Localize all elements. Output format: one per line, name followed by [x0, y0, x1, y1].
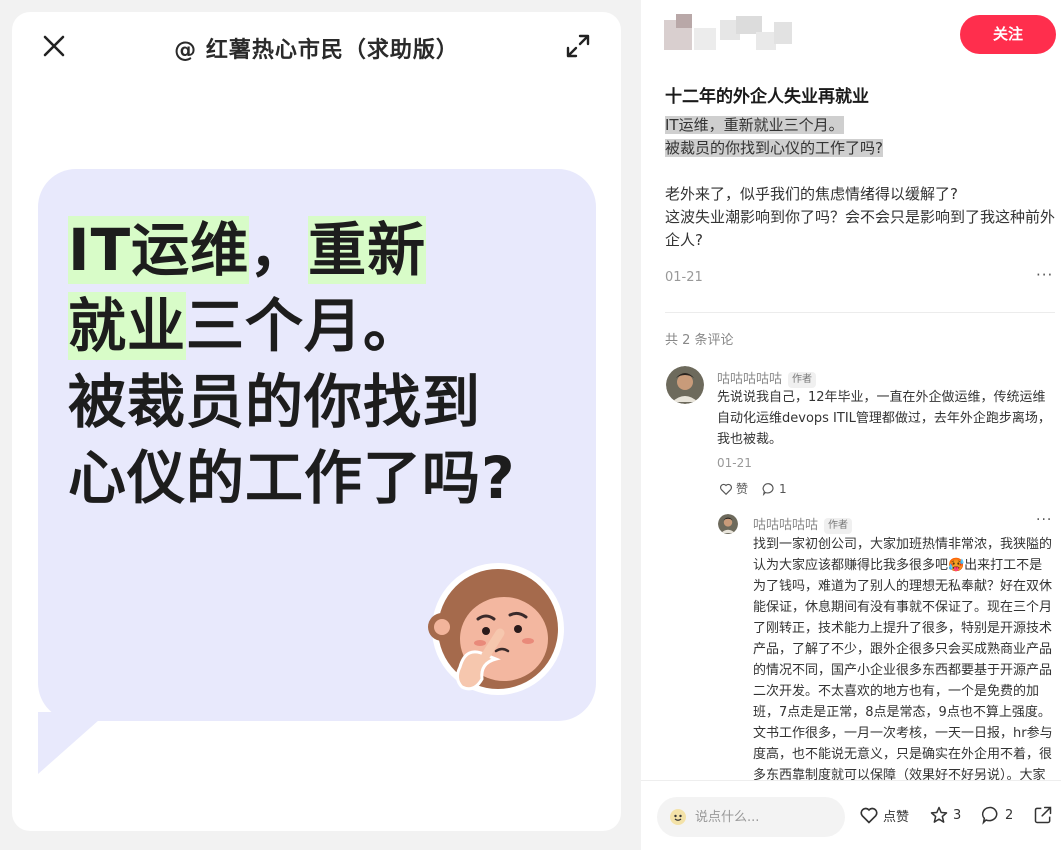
heart-icon — [720, 483, 732, 495]
bottom-action-bar: 点赞 3 2 — [641, 780, 1061, 850]
reply-name[interactable]: 咕咕咕咕咕 作者 — [753, 514, 853, 534]
card-title: @ 红薯热心市民（求助版） — [174, 38, 459, 63]
speech-bubble-tail — [38, 712, 108, 774]
share-button[interactable] — [1033, 805, 1053, 825]
reply-text: 找到一家初创公司，大家加班热情非常浓，我狭隘的认为大家应该都赚得比我多很多吧🥵出… — [753, 537, 1053, 780]
follow-button[interactable]: 关注 — [960, 15, 1056, 54]
emoji-avatar-icon — [670, 809, 686, 825]
author-badge: 作者 — [788, 372, 817, 388]
chat-bubble-icon — [762, 482, 774, 496]
star-icon — [930, 806, 948, 823]
share-icon — [1034, 806, 1052, 824]
headline-highlight: 重新 — [308, 216, 427, 284]
comment-reply-button[interactable]: 1 — [762, 482, 787, 496]
headline-text: IT运维，重新 就业三个月。 被裁员的你找到 心仪的工作了吗? — [68, 216, 516, 512]
thinking-monkey-sticker — [428, 563, 564, 695]
comment-count: 共 2 条评论 — [665, 333, 734, 348]
comment-actions: 赞 1 — [719, 480, 787, 497]
commenter-avatar[interactable] — [666, 366, 704, 404]
post-date: 01-21 — [665, 270, 703, 285]
heart-icon — [860, 807, 878, 824]
selected-text: 被裁员的你找到心仪的工作了吗? — [665, 139, 883, 157]
post-body: IT运维，重新就业三个月。 被裁员的你找到心仪的工作了吗? 老外来了，似乎我们的… — [665, 114, 1055, 252]
post-more-menu[interactable]: ··· — [1036, 266, 1053, 284]
comment-date: 01-21 — [717, 456, 752, 470]
image-card: @ 红薯热心市民（求助版） IT运维，重新 就业三个月。 被裁员的你找到 心仪的… — [12, 12, 621, 831]
headline-highlight: 就业 — [68, 292, 187, 360]
divider — [665, 312, 1055, 313]
comment-like-button[interactable]: 赞 — [719, 480, 748, 497]
author-badge: 作者 — [824, 518, 853, 534]
post-title: 十二年的外企人失业再就业 — [665, 87, 869, 107]
author-avatar-blurred[interactable] — [664, 14, 794, 54]
fullscreen-icon[interactable] — [564, 32, 592, 60]
reply-more-menu[interactable]: ··· — [1036, 512, 1052, 528]
post-paragraph: 这波失业潮影响到你了吗？会不会只是影响到了我这种前外企人? — [665, 208, 1056, 249]
comment-text: 先说说我自己，12年毕业，一直在外企做运维，传统运维自动化运维devops IT… — [717, 390, 1051, 447]
comment-button[interactable]: 2 — [981, 805, 1013, 825]
selected-text: IT运维，重新就业三个月。 — [665, 116, 844, 134]
post-detail-scroll-area[interactable]: 关注 十二年的外企人失业再就业 IT运维，重新就业三个月。 被裁员的你找到心仪的… — [640, 0, 1061, 780]
post-paragraph: 老外来了，似乎我们的焦虑情绪得以缓解了? — [665, 185, 958, 203]
like-button[interactable]: 点赞 — [859, 805, 909, 825]
commenter-name[interactable]: 咕咕咕咕咕 作者 — [717, 368, 817, 388]
chat-bubble-icon — [981, 806, 998, 825]
reply-avatar[interactable] — [718, 514, 738, 534]
headline-highlight: IT运维 — [68, 216, 250, 284]
collect-button[interactable]: 3 — [929, 805, 961, 825]
